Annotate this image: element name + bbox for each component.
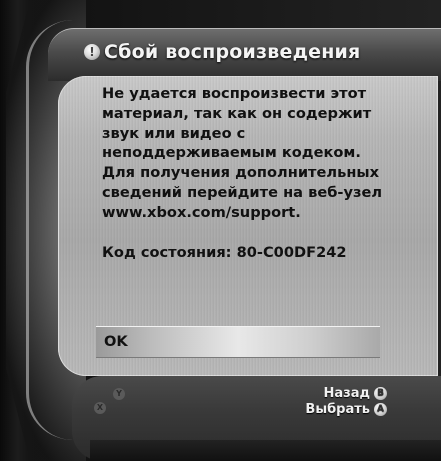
- y-button-icon: Y: [113, 388, 125, 400]
- a-button-icon: A: [374, 403, 387, 416]
- back-hint-label: Назад: [323, 386, 370, 401]
- select-hint-label: Выбрать: [305, 402, 370, 417]
- error-message: Не удается воспроизвести этот материал, …: [102, 85, 383, 221]
- b-button-icon: B: [374, 387, 387, 400]
- dialog-title: Сбой воспроизведения: [104, 41, 361, 63]
- xbox-dashboard-screen: ! Сбой воспроизведения Не удается воспро…: [0, 0, 441, 461]
- status-code: Код состояния: 80-C00DF242: [102, 244, 347, 261]
- bottom-strip: [90, 440, 441, 461]
- back-hint[interactable]: Назад B: [324, 386, 387, 401]
- ok-button-label: OK: [104, 333, 128, 350]
- x-button-icon: X: [94, 402, 106, 414]
- alert-circle-icon: !: [84, 44, 100, 60]
- select-hint[interactable]: Выбрать A: [305, 402, 387, 417]
- ok-button[interactable]: OK: [96, 326, 380, 358]
